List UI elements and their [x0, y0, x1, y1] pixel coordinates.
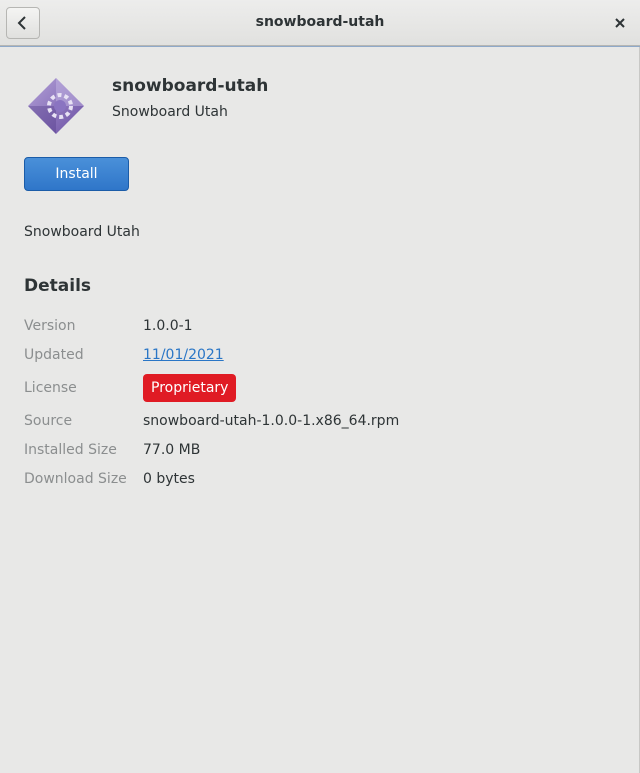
app-summary: Snowboard Utah	[112, 104, 228, 120]
license-label: License	[24, 380, 77, 396]
license-badge[interactable]: Proprietary	[143, 374, 237, 402]
close-icon	[615, 18, 625, 28]
download-size-label: Download Size	[24, 471, 127, 487]
version-value: 1.0.0-1	[143, 318, 193, 334]
version-label: Version	[24, 318, 76, 334]
installed-size-value: 77.0 MB	[143, 442, 201, 458]
app-details-window: snowboard-utah snowboard-utah Snowboard …	[0, 0, 640, 773]
source-label: Source	[24, 413, 73, 429]
window-title: snowboard-utah	[255, 14, 385, 30]
install-button[interactable]: Install	[24, 157, 129, 191]
download-size-value: 0 bytes	[143, 471, 195, 487]
close-button[interactable]	[608, 11, 632, 35]
source-value: snowboard-utah-1.0.0-1.x86_64.rpm	[143, 413, 400, 429]
details-content: snowboard-utah Snowboard Utah Install Sn…	[24, 48, 639, 773]
app-name: snowboard-utah	[112, 76, 269, 96]
updated-link[interactable]: 11/01/2021	[143, 347, 224, 363]
updated-label: Updated	[24, 347, 84, 363]
application-icon	[28, 78, 84, 134]
details-heading: Details	[24, 276, 92, 296]
installed-size-label: Installed Size	[24, 442, 117, 458]
header-bar: snowboard-utah	[0, 0, 640, 47]
app-description: Snowboard Utah	[24, 224, 140, 240]
